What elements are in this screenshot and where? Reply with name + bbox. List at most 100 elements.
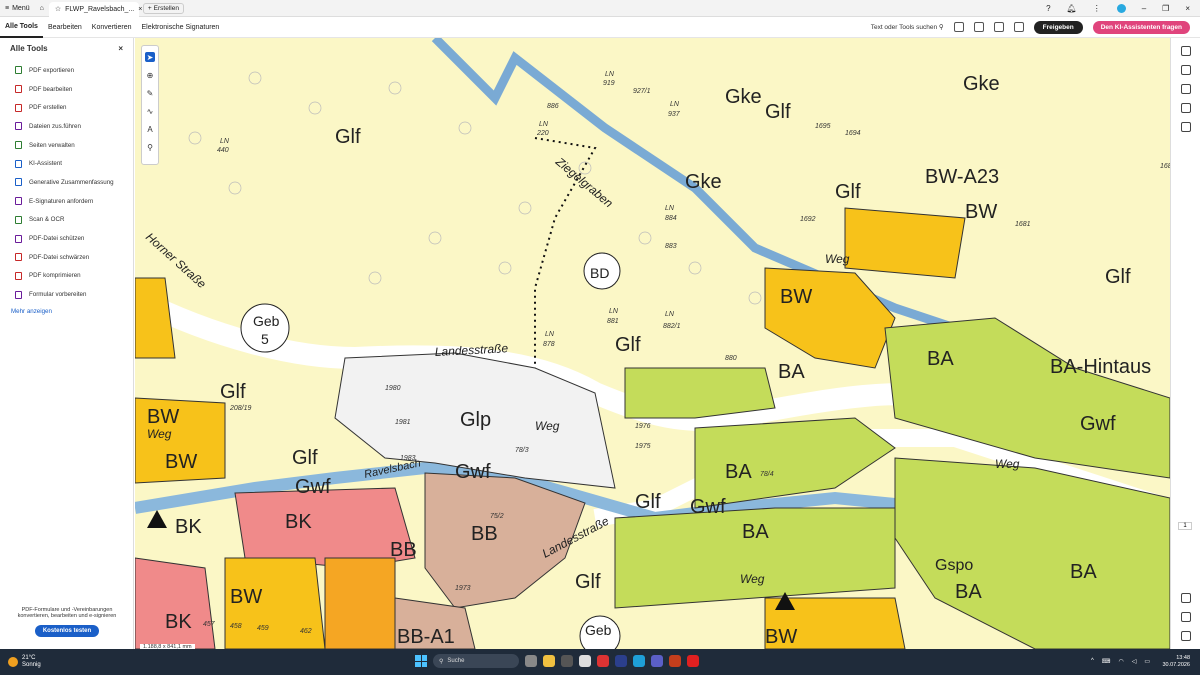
tool-icon (15, 215, 22, 224)
edge-icon[interactable] (633, 655, 645, 667)
search-icon: ⚲ (439, 658, 444, 665)
parcel-1694: 1694 (845, 130, 861, 137)
start-icon[interactable] (415, 655, 427, 667)
zoom-out-icon[interactable] (1181, 631, 1191, 641)
sidebar-item-5[interactable]: KI-Assistent (0, 154, 133, 173)
ai-sparkle-icon[interactable] (953, 22, 964, 32)
zoom-icon[interactable]: ⊕ (145, 70, 155, 80)
sidebar-item-1[interactable]: PDF bearbeiten (0, 80, 133, 99)
sidebar-item-12[interactable]: Formular vorbereiten (0, 285, 133, 304)
sidebar-item-label: E-Signaturen anfordern (29, 197, 94, 205)
create-button[interactable]: + Erstellen (142, 2, 184, 14)
sidebar-item-9[interactable]: PDF-Datei schützen (0, 229, 133, 248)
print-icon[interactable] (1013, 22, 1024, 32)
sidebar-item-label: PDF-Datei schwärzen (29, 253, 90, 261)
parcel-884: 884 (665, 215, 677, 222)
ai-assistant-button[interactable]: Den KI-Assistenten fragen (1092, 20, 1190, 34)
maximize-icon[interactable]: ❐ (1162, 4, 1169, 13)
clock[interactable]: 13:48 30.07.2026 (1162, 655, 1190, 669)
sidebar-item-6[interactable]: Generative Zusammenfassung (0, 173, 133, 192)
tool-icon (15, 271, 22, 280)
label-bw-1: BW (965, 201, 997, 223)
edit-icon[interactable] (1181, 84, 1191, 94)
home-icon[interactable]: ⌂ (35, 0, 49, 17)
weather-widget[interactable]: 21°C Sonnig (0, 655, 110, 669)
select-cursor-icon[interactable]: ➤ (145, 52, 155, 62)
close-sidebar-icon[interactable]: × (118, 44, 123, 53)
free-trial-button[interactable]: Kostenlos testen (34, 625, 100, 637)
label-ln-5: LN (665, 205, 675, 212)
sidebar-item-8[interactable]: Scan & OCR (0, 211, 133, 230)
menu-button[interactable]: ≡ Menü (0, 0, 35, 17)
pdf-icon[interactable] (973, 22, 984, 32)
lasso-icon[interactable]: ∿ (145, 106, 155, 116)
label-gspo: Gspo (935, 557, 973, 574)
menu-esign[interactable]: Elektronische Signaturen (137, 17, 225, 38)
tool-icon (15, 85, 22, 94)
app-icon[interactable] (561, 655, 573, 667)
text-box-icon[interactable]: A (145, 124, 155, 134)
promo-box: PDF-Formulare und -Vereinbarungen konver… (0, 607, 134, 637)
explorer-icon[interactable] (543, 655, 555, 667)
sidebar-item-label: KI-Assistent (29, 160, 63, 168)
show-more-link[interactable]: Mehr anzeigen (0, 304, 133, 319)
sidebar-item-7[interactable]: E-Signaturen anfordern (0, 192, 133, 211)
star-icon[interactable]: ☆ (55, 5, 61, 13)
sidebar-item-label: PDF komprimieren (29, 272, 81, 280)
page-number[interactable]: 1 (1178, 522, 1192, 530)
bell-icon[interactable]: 🔔︎ (1067, 4, 1077, 13)
pen-icon[interactable]: ✎ (145, 88, 155, 98)
window-controls: ? 🔔︎ ⋮ – ❐ × (1046, 3, 1200, 13)
keyboard-icon[interactable]: ⌨ (1102, 658, 1111, 665)
share-button[interactable]: Freigeben (1033, 20, 1083, 34)
close-window-icon[interactable]: × (1185, 4, 1190, 13)
teams-icon[interactable] (651, 655, 663, 667)
chevron-up-icon[interactable]: ^ (1091, 658, 1094, 665)
taskview-icon[interactable] (525, 655, 537, 667)
layers-icon[interactable] (1181, 122, 1191, 132)
label-weg-4: Weg (740, 572, 765, 586)
opera-icon[interactable] (597, 655, 609, 667)
comment-icon[interactable] (1181, 46, 1191, 56)
powerpoint-icon[interactable] (669, 655, 681, 667)
label-ln-6: LN (609, 308, 619, 315)
taskbar-search[interactable]: ⚲ Suche (433, 654, 519, 668)
ai-icon[interactable] (1181, 65, 1191, 75)
parcel-78-4: 78/4 (760, 471, 774, 478)
volume-icon[interactable]: ◁ (1132, 658, 1137, 665)
menu-all-tools[interactable]: Alle Tools (0, 17, 43, 38)
label-glf-3: Glf (220, 381, 246, 403)
pages-icon[interactable] (1181, 103, 1191, 113)
sidebar-item-3[interactable]: Dateien zus.führen (0, 117, 133, 136)
tool-search[interactable]: Text oder Tools suchen ⚲ (871, 23, 944, 31)
menu-convert[interactable]: Konvertieren (87, 17, 137, 38)
minimize-icon[interactable]: – (1142, 4, 1146, 13)
label-ln-7: LN (665, 311, 675, 318)
document-viewer[interactable]: Glf Glf Glf Glf Glf Glf Glf Glf Glf Gke … (135, 38, 1170, 649)
wifi-icon[interactable]: ◠ (1118, 658, 1123, 665)
battery-icon[interactable]: ▭ (1144, 658, 1150, 665)
help-icon[interactable]: ? (1046, 4, 1050, 13)
tools-sidebar: Alle Tools × PDF exportieren PDF bearbeit… (0, 38, 134, 649)
sidebar-item-2[interactable]: PDF erstellen (0, 98, 133, 117)
close-tab-icon[interactable]: × (138, 6, 142, 13)
photoshop-icon[interactable] (615, 655, 627, 667)
sidebar-item-10[interactable]: PDF-Datei schwärzen (0, 248, 133, 267)
zoom-in-icon[interactable] (1181, 612, 1191, 622)
acrobat-icon[interactable] (687, 655, 699, 667)
avatar[interactable] (1116, 3, 1126, 13)
document-tab[interactable]: ☆ FLWP_Ravelsbach_... × (48, 1, 142, 17)
parcel-75-2: 75/2 (490, 513, 504, 520)
stamp-icon[interactable]: ⚲ (145, 142, 155, 152)
sidebar-item-11[interactable]: PDF komprimieren (0, 267, 133, 286)
upload-cloud-icon[interactable] (993, 22, 1004, 32)
app-icon[interactable] (579, 655, 591, 667)
rotate-icon[interactable] (1181, 593, 1191, 603)
sidebar-item-0[interactable]: PDF exportieren (0, 61, 133, 80)
apps-icon[interactable]: ⋮ (1093, 4, 1101, 13)
sidebar-item-4[interactable]: Seiten verwalten (0, 136, 133, 155)
menu-bar: Alle Tools Bearbeiten Konvertieren Elekt… (0, 17, 1200, 38)
tool-icon (15, 122, 22, 131)
label-bk-3: BK (165, 611, 192, 633)
menu-edit[interactable]: Bearbeiten (43, 17, 87, 38)
